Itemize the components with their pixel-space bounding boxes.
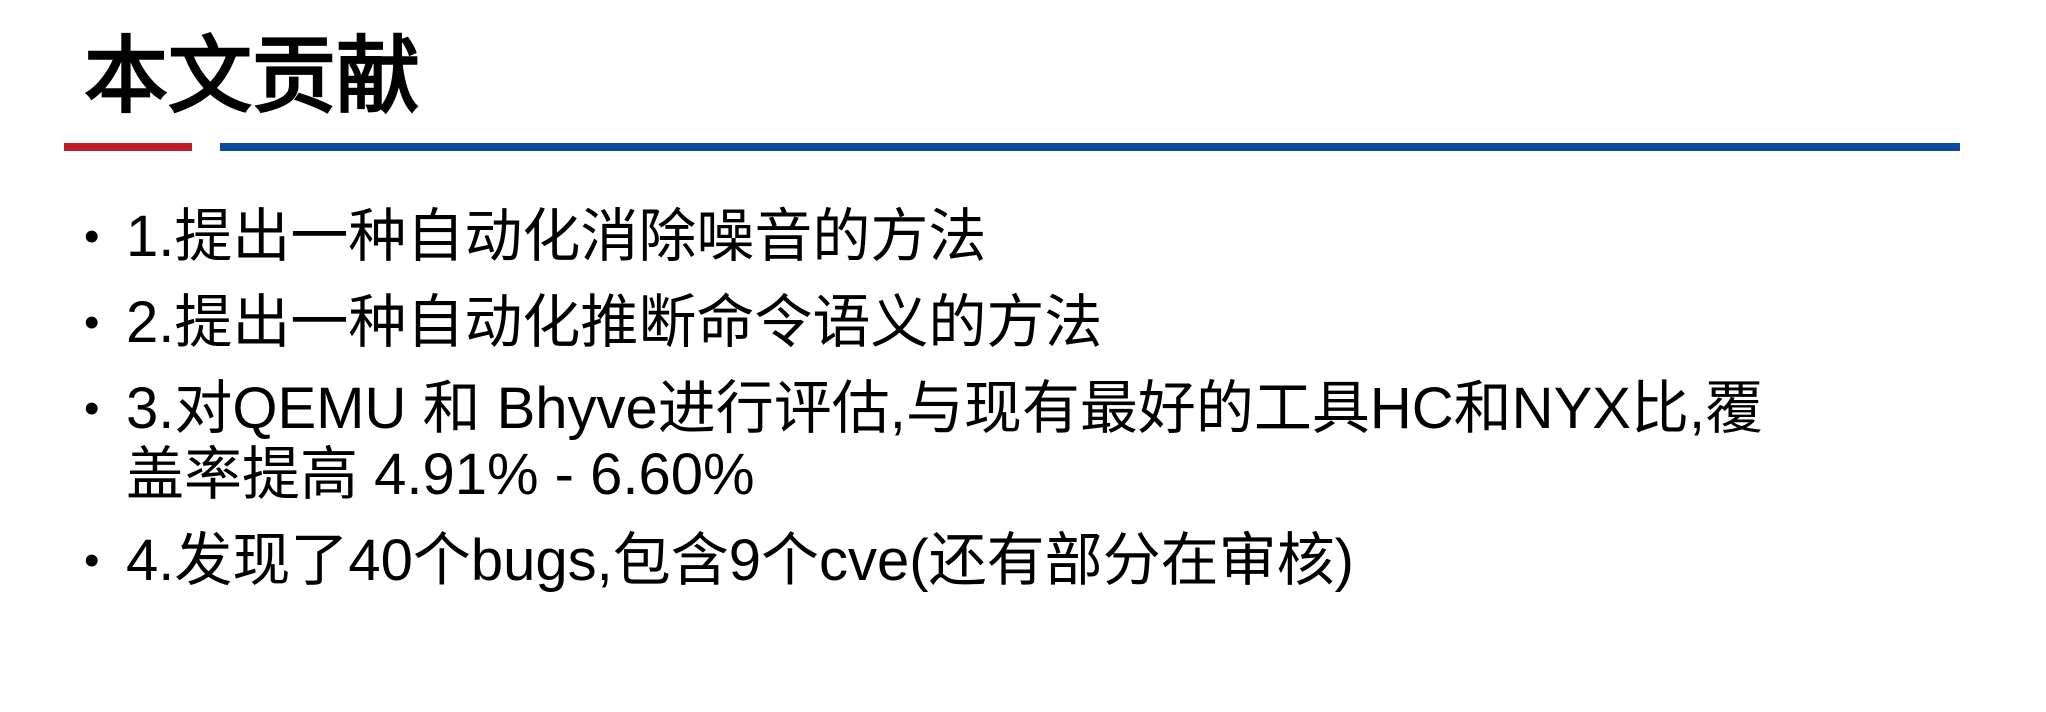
bullet-dot-icon: •	[84, 212, 100, 261]
contribution-text-line-1: 3.对QEMU 和 Bhyve进行评估,与现有最好的工具HC和NYX比,覆	[126, 376, 1764, 441]
contribution-text: 4.发现了40个bugs,包含9个cve(还有部分在审核)	[126, 528, 1354, 593]
contribution-text-line-2: 盖率提高 4.91% - 6.60%	[126, 442, 755, 507]
contribution-item-2: • 2.提出一种自动化推断命令语义的方法	[84, 290, 1964, 356]
contribution-list: • 1.提出一种自动化消除噪音的方法 • 2.提出一种自动化推断命令语义的方法 …	[84, 204, 1964, 614]
bullet-dot-icon: •	[84, 298, 100, 347]
title-underline-rule	[220, 143, 1960, 151]
title-underline-accent	[64, 143, 192, 151]
contribution-text: 2.提出一种自动化推断命令语义的方法	[126, 290, 1103, 355]
slide-title: 本文贡献	[84, 27, 421, 125]
contribution-item-3: • 3.对QEMU 和 Bhyve进行评估,与现有最好的工具HC和NYX比,覆 …	[84, 376, 1964, 508]
contribution-item-4: • 4.发现了40个bugs,包含9个cve(还有部分在审核)	[84, 528, 1964, 594]
bullet-dot-icon: •	[84, 384, 100, 433]
bullet-dot-icon: •	[84, 536, 100, 585]
contribution-text: 1.提出一种自动化消除噪音的方法	[126, 204, 987, 269]
contribution-item-1: • 1.提出一种自动化消除噪音的方法	[84, 204, 1964, 270]
